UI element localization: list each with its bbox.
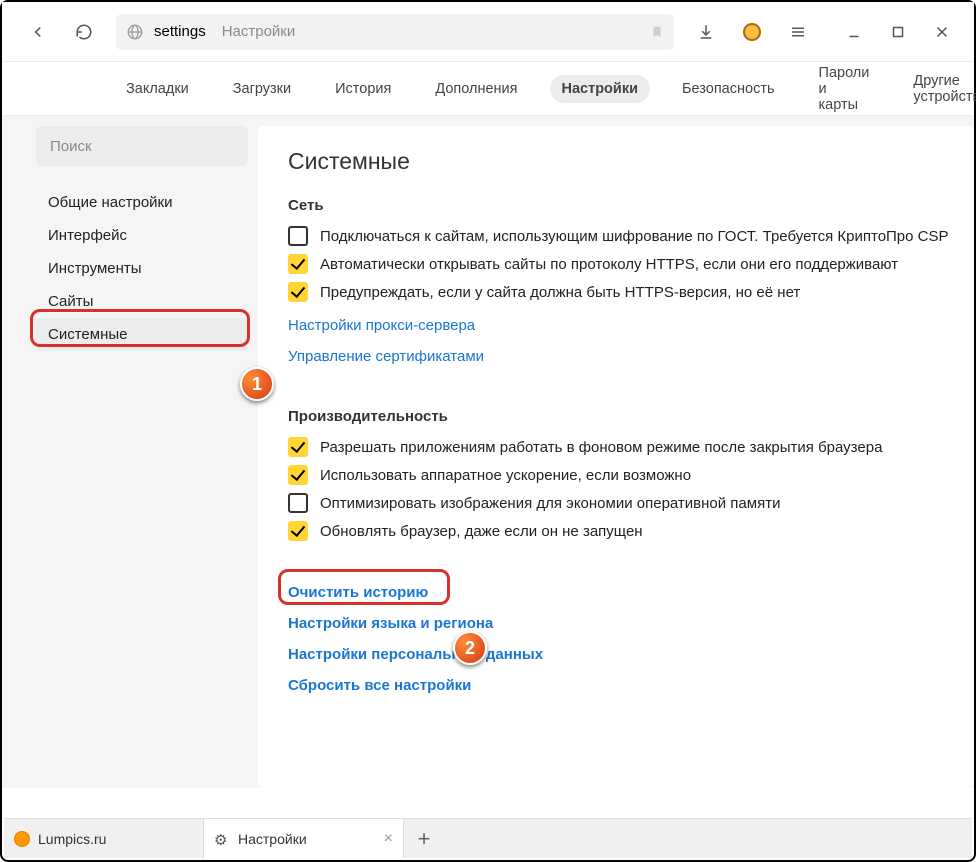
checkbox-label: Обновлять браузер, даже если он не запущ… <box>320 523 643 540</box>
sidebar-search-input[interactable] <box>36 126 248 166</box>
checkbox-icon <box>288 493 308 513</box>
checkbox-warn-https[interactable]: Предупреждать, если у сайта должна быть … <box>288 282 974 302</box>
checkbox-update-browser[interactable]: Обновлять браузер, даже если он не запущ… <box>288 521 974 541</box>
sidebar-item-sites[interactable]: Сайты <box>36 285 248 318</box>
bookmark-icon[interactable] <box>650 25 664 39</box>
checkbox-auto-https[interactable]: Автоматически открывать сайты по протоко… <box>288 254 974 274</box>
settings-content: Системные Сеть Подключаться к сайтам, ис… <box>258 126 974 788</box>
settings-nav: Закладки Загрузки История Дополнения Нас… <box>2 62 974 116</box>
tab-strip: Lumpics.ru ⚙ Настройки × + <box>4 818 972 858</box>
tab-favicon-icon <box>14 831 30 847</box>
sidebar-item-general[interactable]: Общие настройки <box>36 186 248 219</box>
site-icon <box>126 23 144 41</box>
profile-avatar-icon <box>743 23 761 41</box>
nav-bookmarks[interactable]: Закладки <box>114 75 201 103</box>
nav-passwords[interactable]: Пароли и карты <box>807 59 882 119</box>
checkbox-background-apps[interactable]: Разрешать приложениям работать в фоновом… <box>288 437 974 457</box>
sidebar-search[interactable] <box>36 126 248 166</box>
checkbox-icon <box>288 282 308 302</box>
checkbox-label: Предупреждать, если у сайта должна быть … <box>320 284 800 301</box>
menu-button[interactable] <box>778 12 818 52</box>
checkbox-icon <box>288 521 308 541</box>
reload-button[interactable] <box>64 12 104 52</box>
sidebar-item-interface[interactable]: Интерфейс <box>36 219 248 252</box>
back-button[interactable] <box>18 12 58 52</box>
nav-history[interactable]: История <box>323 75 403 103</box>
window-maximize-button[interactable] <box>876 12 920 52</box>
checkbox-icon <box>288 254 308 274</box>
window-controls <box>832 12 964 52</box>
checkbox-label: Подключаться к сайтам, использующим шифр… <box>320 228 949 245</box>
nav-downloads[interactable]: Загрузки <box>221 75 303 103</box>
window-minimize-button[interactable] <box>832 12 876 52</box>
tab-lumpics[interactable]: Lumpics.ru <box>4 819 204 858</box>
browser-toolbar: settings Настройки <box>2 2 974 62</box>
annotation-marker-2: 2 <box>453 631 487 665</box>
checkbox-icon <box>288 465 308 485</box>
checkbox-hw-accel[interactable]: Использовать аппаратное ускорение, если … <box>288 465 974 485</box>
nav-security[interactable]: Безопасность <box>670 75 787 103</box>
checkbox-label: Разрешать приложениям работать в фоновом… <box>320 439 882 456</box>
address-host: settings <box>154 23 206 40</box>
checkbox-icon <box>288 437 308 457</box>
window-close-button[interactable] <box>920 12 964 52</box>
section-performance-title: Производительность <box>288 408 974 425</box>
profile-button[interactable] <box>732 12 772 52</box>
link-personal-data[interactable]: Настройки персональных данных <box>288 646 543 663</box>
link-proxy-settings[interactable]: Настройки прокси-сервера <box>288 317 475 334</box>
address-bar[interactable]: settings Настройки <box>116 14 674 50</box>
checkbox-label: Использовать аппаратное ускорение, если … <box>320 467 691 484</box>
checkbox-icon <box>288 226 308 246</box>
link-certificates[interactable]: Управление сертификатами <box>288 348 484 365</box>
annotation-marker-1: 1 <box>240 367 274 401</box>
link-clear-history[interactable]: Очистить историю <box>288 584 428 601</box>
checkbox-gost[interactable]: Подключаться к сайтам, использующим шифр… <box>288 226 974 246</box>
gear-icon: ⚙ <box>214 831 230 847</box>
sidebar-item-tools[interactable]: Инструменты <box>36 252 248 285</box>
tab-title: Настройки <box>238 831 307 847</box>
nav-devices[interactable]: Другие устройства <box>901 67 976 111</box>
link-reset-settings[interactable]: Сбросить все настройки <box>288 677 471 694</box>
nav-addons[interactable]: Дополнения <box>423 75 529 103</box>
settings-sidebar: Общие настройки Интерфейс Инструменты Са… <box>36 126 248 788</box>
tab-close-icon[interactable]: × <box>384 831 393 847</box>
checkbox-optimize-images[interactable]: Оптимизировать изображения для экономии … <box>288 493 974 513</box>
page-title: Системные <box>288 148 974 175</box>
tab-settings[interactable]: ⚙ Настройки × <box>204 819 404 858</box>
checkbox-label: Автоматически открывать сайты по протоко… <box>320 256 898 273</box>
tab-title: Lumpics.ru <box>38 831 106 847</box>
downloads-button[interactable] <box>686 12 726 52</box>
link-language-region[interactable]: Настройки языка и региона <box>288 615 493 632</box>
sidebar-item-system[interactable]: Системные <box>36 318 248 351</box>
checkbox-label: Оптимизировать изображения для экономии … <box>320 495 780 512</box>
nav-settings[interactable]: Настройки <box>550 75 651 103</box>
new-tab-button[interactable]: + <box>404 819 444 858</box>
address-path: Настройки <box>222 23 296 40</box>
section-network-title: Сеть <box>288 197 974 214</box>
